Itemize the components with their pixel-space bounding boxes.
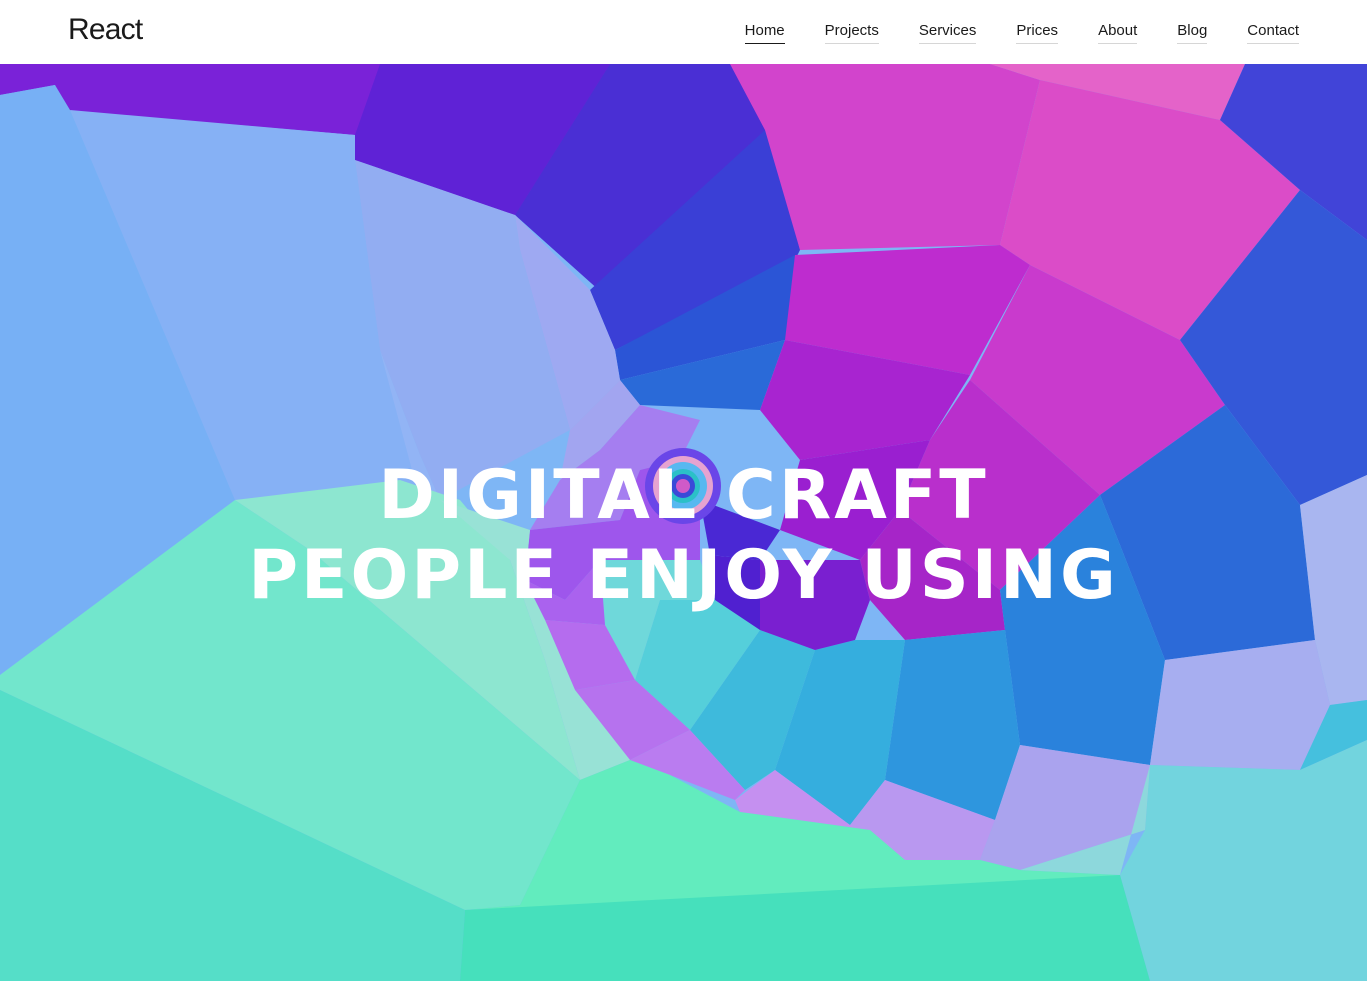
nav-about[interactable]: About [1098, 22, 1138, 44]
hero-headline: DIGITAL CRAFT PEOPLE ENJOY USING [0, 456, 1367, 616]
nav-home[interactable]: Home [744, 22, 785, 44]
nav-prices[interactable]: Prices [1016, 22, 1059, 44]
brand-logo[interactable]: React [68, 13, 143, 47]
nav-projects[interactable]: Projects [824, 22, 879, 44]
nav-blog[interactable]: Blog [1177, 22, 1208, 44]
top-navbar: React Home Projects Services Prices Abou… [0, 0, 1367, 64]
main-nav: Home Projects Services Prices About Blog… [744, 22, 1299, 44]
hero-headline-line-1: DIGITAL CRAFT [378, 455, 989, 535]
nav-services[interactable]: Services [918, 22, 977, 44]
hero-headline-line-2: PEOPLE ENJOY USING [248, 535, 1119, 615]
hero-section: DIGITAL CRAFT PEOPLE ENJOY USING [0, 64, 1367, 981]
nav-contact[interactable]: Contact [1247, 22, 1299, 44]
